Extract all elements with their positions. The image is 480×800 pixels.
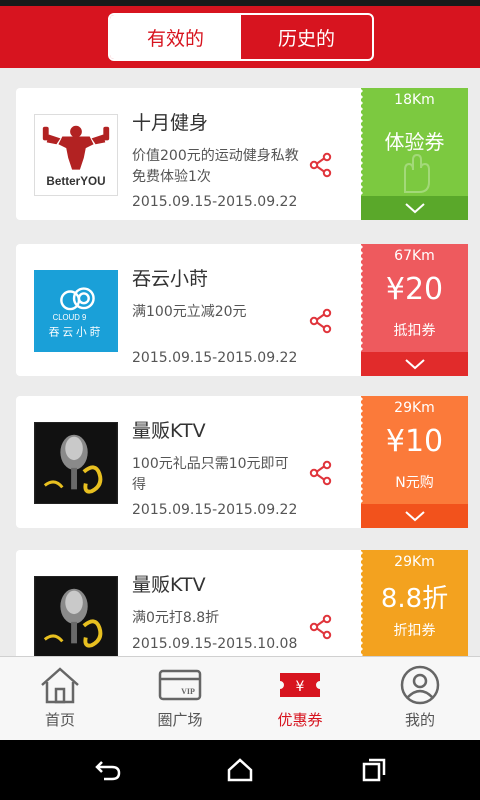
recents-icon[interactable] (360, 758, 388, 782)
chevron-down-icon (404, 203, 425, 214)
distance-label: 29Km (394, 400, 435, 416)
coupon-card[interactable]: 量贩KTV 满0元打8.8折 2015.09.15-2015.10.08 29K… (16, 550, 468, 656)
coupon-date: 2015.09.15-2015.10.08 (132, 636, 298, 652)
cloud9-logo: CLOUD 9 吞云小莳 (34, 270, 118, 352)
chevron-down-icon (404, 359, 425, 370)
back-icon[interactable] (94, 758, 122, 782)
ktv-logo (34, 576, 118, 656)
tab-label: 首页 (44, 711, 75, 729)
coupon-title: 吞云小莳 (132, 268, 209, 290)
coupon-date: 2015.09.15-2015.09.22 (132, 350, 298, 366)
coupon-card[interactable]: CLOUD 9 吞云小莳 吞云小莳 满100元立减20元 2015.09.15-… (16, 244, 468, 376)
coupon-stub[interactable]: 29Km 8.8折 折扣券 (361, 550, 468, 656)
svg-text:CLOUD 9: CLOUD 9 (53, 313, 87, 322)
coupon-desc: 满100元立减20元 (132, 304, 247, 320)
share-icon[interactable] (308, 614, 334, 640)
home-icon (41, 667, 79, 704)
betteryou-logo: BetterYOU (34, 114, 118, 196)
coupon-info: 量贩KTV 100元礼品只需10元即可得 2015.09.15-2015.09.… (16, 396, 362, 528)
coupon-desc: 价值200元的运动健身私教免费体验1次 (132, 148, 299, 185)
coupon-info: BetterYOU 十月健身 价值200元的运动健身私教免费体验1次 2015.… (16, 88, 362, 220)
coupon-info: 量贩KTV 满0元打8.8折 2015.09.15-2015.10.08 (16, 550, 362, 656)
coupon-title: 十月健身 (132, 112, 209, 134)
distance-label: 18Km (394, 92, 435, 108)
coupon-card[interactable]: 量贩KTV 100元礼品只需10元即可得 2015.09.15-2015.09.… (16, 396, 468, 528)
tab-mine[interactable]: 我的 (360, 657, 480, 740)
svg-text:VIP: VIP (181, 687, 195, 696)
coupon-desc: 100元礼品只需10元即可得 (132, 456, 289, 493)
tab-label: 圈广场 (157, 711, 203, 729)
tab-coupons[interactable]: ¥ 优惠券 (240, 657, 360, 740)
coupon-desc: 满0元打8.8折 (132, 610, 220, 626)
coupon-card[interactable]: BetterYOU 十月健身 价值200元的运动健身私教免费体验1次 2015.… (16, 88, 468, 220)
tab-label: 优惠券 (277, 711, 323, 729)
expand-button[interactable] (361, 352, 468, 376)
tab-valid[interactable]: 有效的 (110, 15, 241, 59)
coupon-type: N元购 (395, 475, 434, 491)
tab-history[interactable]: 历史的 (241, 15, 372, 59)
svg-text:BetterYOU: BetterYOU (46, 175, 105, 188)
bottom-tab-bar: 首页 VIP 圈广场 ¥ 优惠券 我的 (0, 656, 480, 740)
tab-label: 我的 (404, 711, 435, 729)
header: 有效的 历史的 (0, 6, 480, 68)
tab-home[interactable]: 首页 (0, 657, 120, 740)
card-icon: VIP (158, 669, 202, 701)
chevron-down-icon (404, 511, 425, 522)
distance-label: 67Km (394, 248, 435, 264)
coupon-status-switch: 有效的 历史的 (108, 13, 374, 61)
share-icon[interactable] (308, 152, 334, 178)
svg-text:¥: ¥ (296, 679, 305, 695)
share-icon[interactable] (308, 308, 334, 334)
coupon-date: 2015.09.15-2015.09.22 (132, 194, 298, 210)
coupon-value: ¥20 (385, 272, 444, 307)
hand-watermark-icon (404, 153, 430, 193)
coupon-stub[interactable]: 29Km ¥10 N元购 (361, 396, 468, 528)
coupon-date: 2015.09.15-2015.09.22 (132, 502, 298, 518)
expand-button[interactable] (361, 504, 468, 528)
coupon-stub[interactable]: 67Km ¥20 抵扣券 (361, 244, 468, 376)
share-icon[interactable] (308, 460, 334, 486)
home-nav-icon[interactable] (226, 758, 254, 782)
profile-icon (400, 665, 440, 705)
coupon-title: 量贩KTV (132, 574, 206, 596)
coupon-value: 8.8折 (380, 584, 449, 614)
coupon-info: CLOUD 9 吞云小莳 吞云小莳 满100元立减20元 2015.09.15-… (16, 244, 362, 376)
ticket-icon: ¥ (280, 673, 320, 697)
coupon-value: 体验券 (384, 130, 445, 154)
tab-circle-square[interactable]: VIP 圈广场 (120, 657, 240, 740)
distance-label: 29Km (394, 554, 435, 570)
coupon-type: 抵扣券 (393, 323, 436, 339)
coupon-title: 量贩KTV (132, 420, 206, 442)
coupon-list[interactable]: BetterYOU 十月健身 价值200元的运动健身私教免费体验1次 2015.… (0, 68, 480, 656)
svg-text:吞云小莳: 吞云小莳 (49, 325, 104, 338)
coupon-value: ¥10 (385, 424, 444, 459)
coupon-stub[interactable]: 18Km 体验券 (361, 88, 468, 220)
expand-button[interactable] (361, 196, 468, 220)
system-nav-bar (0, 740, 480, 800)
ktv-logo (34, 422, 118, 504)
coupon-type: 折扣券 (393, 623, 436, 639)
